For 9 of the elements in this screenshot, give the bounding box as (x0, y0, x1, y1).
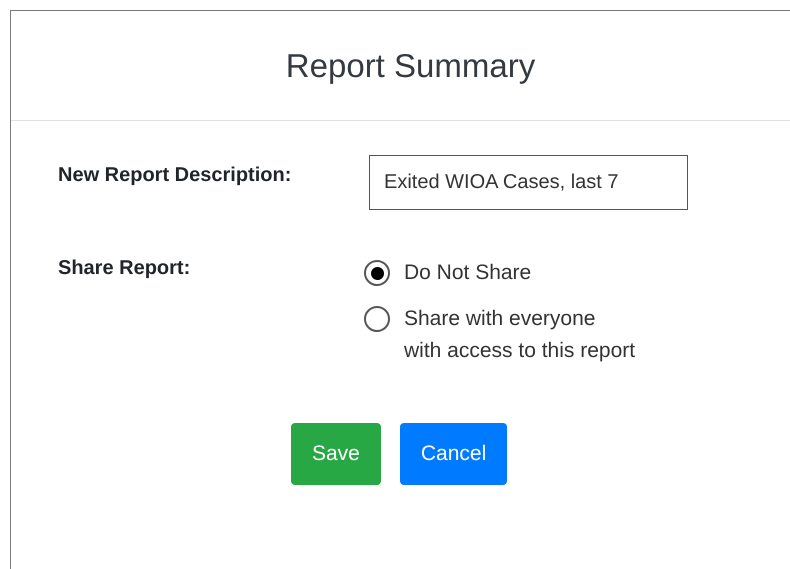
description-field[interactable]: Exited WIOA Cases, last 7 (369, 155, 688, 210)
dialog-title: Report Summary (286, 46, 536, 84)
radio-button[interactable] (364, 260, 390, 286)
field-label: Share Report: (58, 257, 192, 281)
radio-label[interactable]: Share with everyone with access to this report (404, 303, 636, 367)
radio-label[interactable]: Do Not Share (404, 257, 532, 289)
field-label: New Report Description: (58, 163, 292, 188)
cancel-button[interactable]: Cancel (400, 423, 508, 485)
radio-button[interactable] (364, 306, 390, 332)
